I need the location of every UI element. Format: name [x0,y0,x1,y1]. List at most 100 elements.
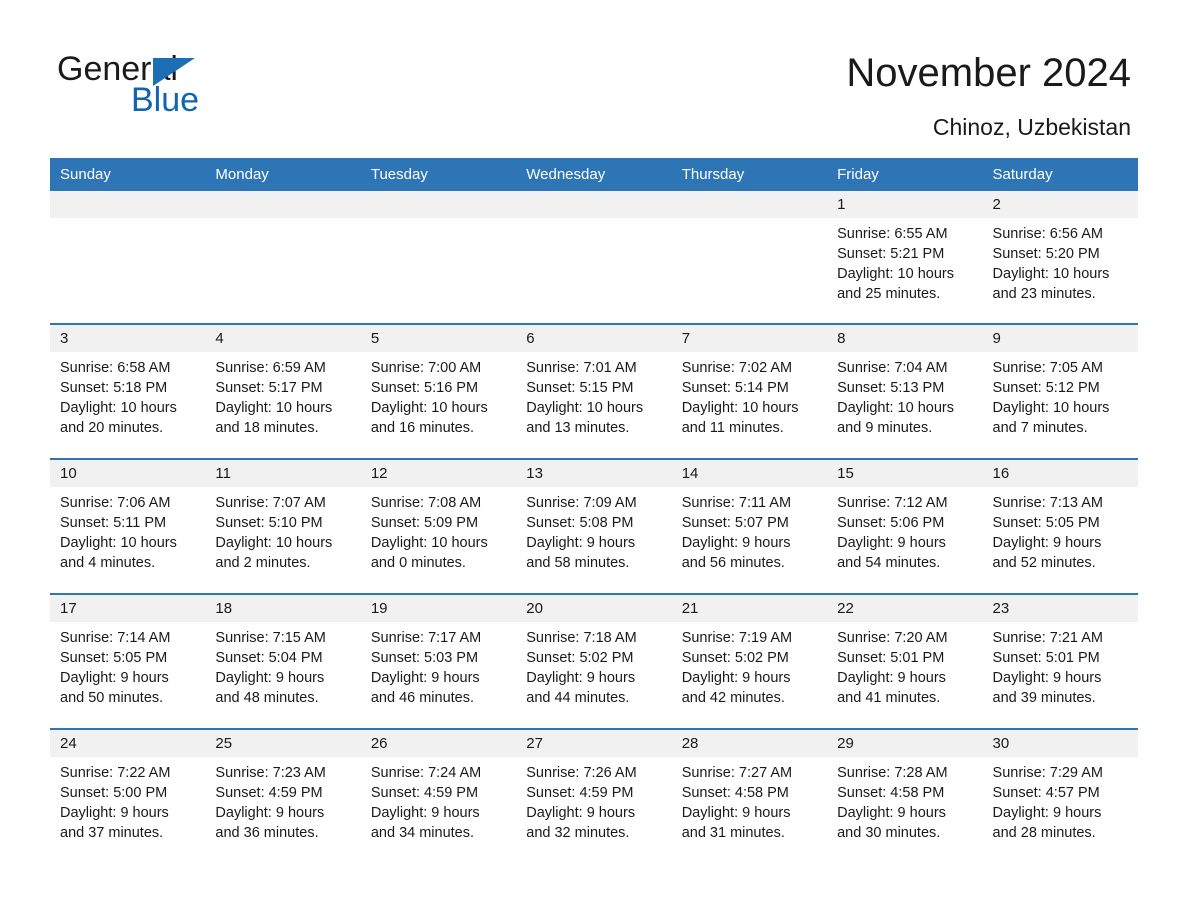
page-header: General Blue November 2024 Chinoz, Uzbek… [0,0,1188,158]
daylight-duration-line1: Daylight: 10 hours [681,400,799,416]
sunset-time: Sunset: 5:14 PM [681,380,789,396]
calendar-day-cell[interactable]: 21 Sunrise: 7:19 AM Sunset: 5:02 PM Dayligh… [671,593,828,729]
calendar-day-cell[interactable]: 8 Sunrise: 7:04 AM Sunset: 5:13 PM Daylight… [827,323,983,459]
sunset-time: Sunset: 5:02 PM [526,650,634,666]
sunset-time: Sunset: 5:10 PM [215,515,323,531]
calendar-day-cell[interactable]: 29 Sunrise: 7:28 AM Sunset: 4:58 PM Dayligh… [827,728,983,863]
calendar-day-cell[interactable]: 18 Sunrise: 7:15 AM Sunset: 5:04 PM Dayligh… [205,593,361,729]
daylight-duration-line1: Daylight: 10 hours [60,400,177,416]
day-details: Sunrise: 6:58 AM Sunset: 5:18 PM Daylight:… [50,352,205,438]
general-blue-logo[interactable]: General Blue [57,52,317,122]
calendar-day-cell[interactable]: 20 Sunrise: 7:18 AM Sunset: 5:02 PM Dayligh… [516,593,672,729]
day-cell-inner: 21 Sunrise: 7:19 AM Sunset: 5:02 PM Dayligh… [671,595,828,728]
weekday-header-tuesday: Tuesday [360,158,517,191]
day-details: Sunrise: 7:23 AM Sunset: 4:59 PM Daylight:… [205,757,360,843]
day-details: Sunrise: 6:55 AM Sunset: 5:21 PM Daylight:… [827,218,982,304]
day-number: 19 [360,595,517,622]
calendar-day-cell[interactable]: 1 Sunrise: 6:55 AM Sunset: 5:21 PM Daylight… [827,191,983,324]
day-details: Sunrise: 7:04 AM Sunset: 5:13 PM Daylight:… [827,352,982,438]
calendar-day-cell[interactable]: 19 Sunrise: 7:17 AM Sunset: 5:03 PM Dayligh… [360,593,517,729]
day-cell-inner: 18 Sunrise: 7:15 AM Sunset: 5:04 PM Dayligh… [205,595,361,728]
sunset-time: Sunset: 5:21 PM [837,246,945,262]
calendar-day-cell[interactable]: 28 Sunrise: 7:27 AM Sunset: 4:58 PM Dayligh… [671,728,828,863]
calendar-day-cell[interactable]: 14 Sunrise: 7:11 AM Sunset: 5:07 PM Dayligh… [671,458,828,594]
day-number: 20 [516,595,672,622]
calendar-day-cell[interactable]: 12 Sunrise: 7:08 AM Sunset: 5:09 PM Dayligh… [360,458,517,594]
day-number: 4 [205,325,361,352]
calendar-day-cell[interactable]: 23 Sunrise: 7:21 AM Sunset: 5:01 PM Dayligh… [982,593,1138,729]
sunrise-time: Sunrise: 7:29 AM [992,765,1103,781]
day-number: 30 [982,730,1138,757]
calendar-day-cell[interactable]: 26 Sunrise: 7:24 AM Sunset: 4:59 PM Dayligh… [360,728,517,863]
sunset-time: Sunset: 4:59 PM [215,785,323,801]
daylight-duration-line1: Daylight: 9 hours [681,670,791,686]
daylight-duration-line1: Daylight: 9 hours [370,805,480,821]
sunrise-time: Sunrise: 6:58 AM [60,360,171,376]
calendar-week-row: 24 Sunrise: 7:22 AM Sunset: 5:00 PM Dayligh… [50,728,1138,863]
calendar-day-cell[interactable]: 30 Sunrise: 7:29 AM Sunset: 4:57 PM Dayligh… [982,728,1138,863]
daylight-duration-line2: and 36 minutes. [215,825,319,841]
calendar-header-row: Sunday Monday Tuesday Wednesday Thursday… [50,158,1138,191]
day-number [360,191,517,218]
day-details: Sunrise: 6:59 AM Sunset: 5:17 PM Daylight:… [205,352,360,438]
day-details: Sunrise: 7:00 AM Sunset: 5:16 PM Daylight:… [361,352,516,438]
day-number [50,191,206,218]
day-cell-inner: 17 Sunrise: 7:14 AM Sunset: 5:05 PM Dayligh… [50,595,206,728]
calendar-day-cell[interactable]: 2 Sunrise: 6:56 AM Sunset: 5:20 PM Daylight… [982,191,1138,324]
daylight-duration-line1: Daylight: 9 hours [992,670,1102,686]
day-cell-inner [516,191,672,323]
sunset-time: Sunset: 5:12 PM [992,380,1100,396]
calendar-table: Sunday Monday Tuesday Wednesday Thursday… [50,158,1138,863]
calendar-day-cell[interactable]: 3 Sunrise: 6:58 AM Sunset: 5:18 PM Daylight… [50,323,206,459]
day-cell-inner: 19 Sunrise: 7:17 AM Sunset: 5:03 PM Dayligh… [360,595,517,728]
calendar-day-cell[interactable]: 24 Sunrise: 7:22 AM Sunset: 5:00 PM Dayligh… [50,728,206,863]
day-number: 26 [360,730,517,757]
calendar-day-cell[interactable]: 9 Sunrise: 7:05 AM Sunset: 5:12 PM Daylight… [982,323,1138,459]
calendar-day-cell[interactable]: 27 Sunrise: 7:26 AM Sunset: 4:59 PM Dayligh… [516,728,672,863]
daylight-duration-line2: and 2 minutes. [215,555,311,571]
weekday-header-wednesday: Wednesday [516,158,672,191]
calendar-day-cell[interactable]: 7 Sunrise: 7:02 AM Sunset: 5:14 PM Daylight… [671,323,828,459]
calendar-day-cell[interactable]: 15 Sunrise: 7:12 AM Sunset: 5:06 PM Dayligh… [827,458,983,594]
daylight-duration-line2: and 11 minutes. [681,420,784,436]
day-number: 1 [827,191,983,218]
sunset-time: Sunset: 5:09 PM [370,515,479,531]
calendar-day-cell[interactable]: 17 Sunrise: 7:14 AM Sunset: 5:05 PM Dayligh… [50,593,206,729]
day-details: Sunrise: 7:05 AM Sunset: 5:12 PM Daylight:… [983,352,1138,438]
calendar-day-cell[interactable]: 5 Sunrise: 7:00 AM Sunset: 5:16 PM Daylight… [360,323,517,459]
daylight-duration-line1: Daylight: 10 hours [370,400,488,416]
sunset-time: Sunset: 5:17 PM [215,380,323,396]
day-cell-inner: 8 Sunrise: 7:04 AM Sunset: 5:13 PM Daylight… [827,325,983,458]
day-number: 21 [671,595,828,622]
sunrise-time: Sunrise: 7:06 AM [60,495,171,511]
day-details: Sunrise: 7:12 AM Sunset: 5:06 PM Daylight:… [827,487,982,573]
calendar-day-cell[interactable]: 16 Sunrise: 7:13 AM Sunset: 5:05 PM Dayligh… [982,458,1138,594]
day-number: 15 [827,460,983,487]
calendar-week-row: 3 Sunrise: 6:58 AM Sunset: 5:18 PM Daylight… [50,323,1138,459]
day-number: 5 [360,325,517,352]
calendar-day-cell[interactable]: 25 Sunrise: 7:23 AM Sunset: 4:59 PM Dayligh… [205,728,361,863]
calendar-day-cell[interactable]: 4 Sunrise: 6:59 AM Sunset: 5:17 PM Daylight… [205,323,361,459]
daylight-duration-line2: and 37 minutes. [60,825,164,841]
day-cell-inner: 27 Sunrise: 7:26 AM Sunset: 4:59 PM Dayligh… [516,730,672,863]
day-details: Sunrise: 7:28 AM Sunset: 4:58 PM Daylight:… [827,757,982,843]
calendar-day-cell[interactable]: 11 Sunrise: 7:07 AM Sunset: 5:10 PM Dayligh… [205,458,361,594]
day-cell-inner: 1 Sunrise: 6:55 AM Sunset: 5:21 PM Daylight… [827,191,983,323]
daylight-duration-line1: Daylight: 10 hours [60,535,177,551]
calendar-day-cell[interactable]: 10 Sunrise: 7:06 AM Sunset: 5:11 PM Dayligh… [50,458,206,594]
sunset-time: Sunset: 5:04 PM [215,650,323,666]
day-number: 14 [671,460,828,487]
day-details: Sunrise: 7:29 AM Sunset: 4:57 PM Daylight:… [983,757,1138,843]
day-cell-inner [671,191,828,323]
daylight-duration-line2: and 13 minutes. [526,420,630,436]
sunrise-time: Sunrise: 7:19 AM [681,630,793,646]
calendar-day-cell[interactable]: 6 Sunrise: 7:01 AM Sunset: 5:15 PM Daylight… [516,323,672,459]
day-number: 24 [50,730,206,757]
day-cell-inner: 12 Sunrise: 7:08 AM Sunset: 5:09 PM Dayligh… [360,460,517,593]
daylight-duration-line1: Daylight: 10 hours [837,266,954,282]
calendar-day-cell[interactable]: 13 Sunrise: 7:09 AM Sunset: 5:08 PM Dayligh… [516,458,672,594]
calendar-day-cell[interactable]: 22 Sunrise: 7:20 AM Sunset: 5:01 PM Dayligh… [827,593,983,729]
sunrise-time: Sunrise: 6:56 AM [992,226,1103,242]
sunrise-time: Sunrise: 6:59 AM [215,360,326,376]
daylight-duration-line2: and 39 minutes. [992,690,1096,706]
